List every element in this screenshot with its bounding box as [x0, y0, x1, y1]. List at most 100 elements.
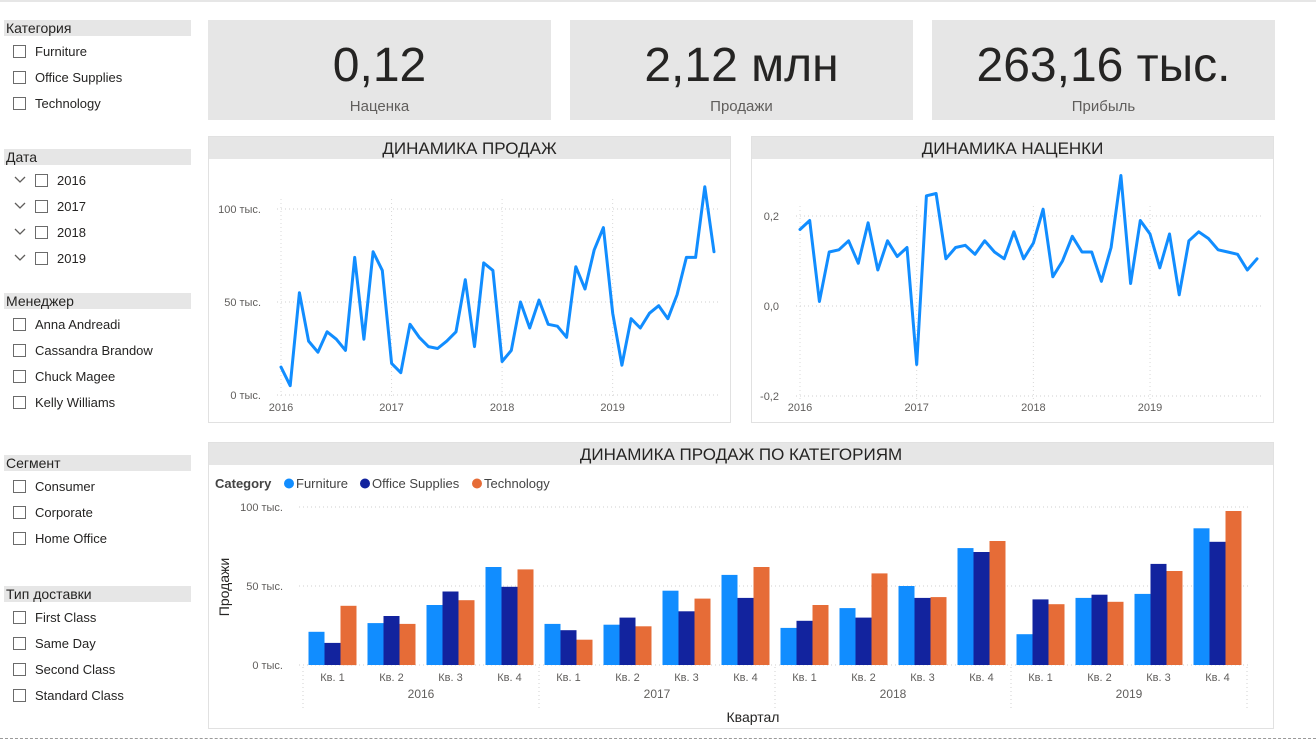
x-tick-label: Кв. 4 [733, 672, 757, 684]
checkbox[interactable] [13, 70, 26, 84]
checkbox[interactable] [13, 688, 26, 702]
bar [796, 620, 813, 665]
slicer-option-same-day[interactable]: Same Day [4, 630, 191, 656]
slicer-option-label: 2017 [57, 198, 86, 214]
chevron-down-icon[interactable] [13, 199, 27, 213]
slicer-option-label: First Class [35, 609, 97, 625]
bar [399, 623, 416, 665]
kpi-value: 0,12 [332, 39, 427, 92]
y-tick-label: 0,0 [764, 301, 779, 313]
bar [517, 569, 534, 665]
checkbox[interactable] [13, 343, 26, 357]
checkbox[interactable] [35, 173, 48, 187]
x-tick-label: 2017 [904, 402, 928, 414]
checkbox[interactable] [13, 395, 26, 409]
x-tick-label: Кв. 1 [556, 672, 580, 684]
checkbox[interactable] [13, 636, 26, 650]
markup-line-chart[interactable]: -0,2 0,0 0,2 2016 2017 2018 2019 [752, 159, 1273, 422]
slicer-option-second-class[interactable]: Second Class [4, 656, 191, 682]
slicer-category-title: Категория [4, 20, 191, 36]
bar [603, 624, 620, 665]
slicer-option-label: Technology [35, 95, 101, 111]
series-line [798, 174, 1259, 366]
bar [898, 586, 915, 665]
legend-marker [360, 478, 370, 489]
kpi-card-profit[interactable]: 263,16 тыс. Прибыль [932, 20, 1275, 120]
checkbox[interactable] [13, 317, 26, 331]
bar [930, 597, 947, 665]
kpi-card-markup[interactable]: 0,12 Наценка [208, 20, 551, 120]
slicer-option-label: Kelly Williams [35, 394, 116, 410]
x-group-label: 2019 [1116, 687, 1143, 701]
checkbox[interactable] [35, 251, 48, 265]
slicer-option-anna-andreadi[interactable]: Anna Andreadi [4, 311, 191, 337]
slicer-date: Дата 2016 2017 2018 2019 [4, 149, 191, 271]
checkbox[interactable] [13, 505, 26, 519]
x-tick-label: Кв. 2 [379, 672, 403, 684]
kpi-card-sales[interactable]: 2,12 млн Продажи [570, 20, 913, 120]
x-tick-label: Кв. 3 [438, 672, 462, 684]
sales-by-category-panel[interactable]: ДИНАМИКА ПРОДАЖ ПО КАТЕГОРИЯМ Category Fu… [208, 442, 1274, 729]
slicer-option-2017[interactable]: 2017 [4, 193, 191, 219]
slicer-option-kelly-williams[interactable]: Kelly Williams [4, 389, 191, 415]
slicer-option-chuck-magee[interactable]: Chuck Magee [4, 363, 191, 389]
chevron-down-icon[interactable] [13, 251, 27, 265]
slicer-option-label: 2018 [57, 224, 86, 240]
x-tick-label: Кв. 4 [1205, 672, 1229, 684]
x-group-label: 2016 [408, 687, 435, 701]
bar [1209, 541, 1226, 665]
sales-trend-panel[interactable]: ДИНАМИКА ПРОДАЖ 0 тыс. 50 тыс. 100 тыс. 201… [208, 136, 731, 423]
sales-line-chart[interactable]: 0 тыс. 50 тыс. 100 тыс. 2016 2017 2018 2019 [209, 159, 730, 422]
bar [485, 567, 502, 665]
x-group-label: 2018 [880, 687, 907, 701]
slicer-option-furniture[interactable]: Furniture [4, 38, 191, 64]
checkbox[interactable] [35, 225, 48, 239]
chevron-down-icon[interactable] [13, 173, 27, 187]
slicer-option-consumer[interactable]: Consumer [4, 473, 191, 499]
slicer-option-standard-class[interactable]: Standard Class [4, 682, 191, 708]
y-tick-label: 0 тыс. [230, 390, 261, 402]
checkbox[interactable] [13, 96, 26, 110]
bar [619, 617, 636, 665]
x-tick-label: Кв. 3 [674, 672, 698, 684]
slicer-option-label: Chuck Magee [35, 368, 116, 384]
slicer-option-corporate[interactable]: Corporate [4, 499, 191, 525]
bar [367, 623, 384, 665]
checkbox[interactable] [13, 479, 26, 493]
slicer-option-2016[interactable]: 2016 [4, 167, 191, 193]
checkbox[interactable] [35, 199, 48, 213]
bar [1091, 594, 1108, 665]
slicer-shipping-title: Тип доставки [4, 586, 191, 602]
bar [1166, 571, 1183, 665]
slicer-option-label: Anna Andreadi [35, 316, 121, 332]
slicer-segment-title: Сегмент [4, 455, 191, 471]
checkbox[interactable] [13, 610, 26, 624]
y-tick-label: -0,2 [760, 391, 779, 403]
slicer-option-2019[interactable]: 2019 [4, 245, 191, 271]
kpi-value: 263,16 тыс. [976, 39, 1231, 92]
checkbox[interactable] [13, 531, 26, 545]
slicer-category: Категория Furniture Office Supplies Tech… [4, 20, 191, 116]
checkbox[interactable] [13, 662, 26, 676]
checkbox[interactable] [13, 44, 26, 58]
markup-trend-panel[interactable]: ДИНАМИКА НАЦЕНКИ -0,2 0,0 0,2 2016 2017 2018 2… [751, 136, 1274, 423]
bar [662, 590, 679, 665]
bar [324, 642, 341, 665]
x-tick-label: 2019 [600, 402, 624, 414]
checkbox[interactable] [13, 369, 26, 383]
x-tick-label: Кв. 4 [969, 672, 993, 684]
x-tick-label: Кв. 1 [1028, 672, 1052, 684]
category-bar-chart[interactable]: Category Furniture Office Supplies Technolo… [209, 465, 1273, 728]
slicer-option-home-office[interactable]: Home Office [4, 525, 191, 551]
slicer-option-2018[interactable]: 2018 [4, 219, 191, 245]
legend-marker [284, 478, 294, 489]
slicer-option-technology[interactable]: Technology [4, 90, 191, 116]
slicer-option-label: Consumer [35, 478, 95, 494]
slicer-option-first-class[interactable]: First Class [4, 604, 191, 630]
slicer-option-office-supplies[interactable]: Office Supplies [4, 64, 191, 90]
chevron-down-icon[interactable] [13, 225, 27, 239]
bar [914, 597, 931, 665]
slicer-option-cassandra-brandow[interactable]: Cassandra Brandow [4, 337, 191, 363]
slicer-option-label: Home Office [35, 530, 108, 546]
x-tick-label: Кв. 1 [792, 672, 816, 684]
